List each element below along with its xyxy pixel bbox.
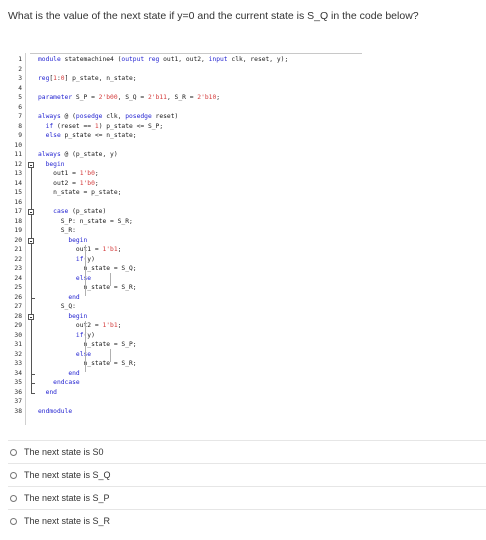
line-number: 7 bbox=[18, 113, 22, 120]
question-text: What is the value of the next state if y… bbox=[8, 10, 419, 22]
answer-option-label: The next state is S_R bbox=[24, 516, 111, 526]
code-line: end bbox=[45, 388, 57, 396]
gutter-divider bbox=[25, 53, 26, 425]
line-number: 17 bbox=[14, 208, 22, 215]
line-number: 32 bbox=[14, 350, 22, 358]
fold-end-mark bbox=[31, 392, 35, 394]
code-line: always @ (p_state, y) bbox=[38, 151, 118, 158]
line-number: 26 bbox=[14, 293, 22, 301]
code-line: begin bbox=[45, 160, 65, 168]
code-line: out1 = 1'b1; bbox=[38, 246, 122, 253]
indent-guide bbox=[110, 349, 111, 362]
code-line: out2 = 1'b1; bbox=[38, 322, 122, 329]
code-line: endcase bbox=[53, 379, 80, 386]
line-number: 34 bbox=[14, 369, 22, 377]
code-line: parameter S_P = 2'b00, S_Q = 2'b11, S_R … bbox=[38, 94, 221, 101]
code-line: else bbox=[75, 350, 92, 358]
line-number: 28 bbox=[14, 312, 22, 320]
line-number: 37 bbox=[14, 398, 22, 405]
answer-option[interactable]: The next state is S_P bbox=[8, 486, 486, 509]
code-line: begin bbox=[68, 236, 88, 244]
line-number: 33 bbox=[14, 360, 22, 367]
answer-option-label: The next state is S0 bbox=[24, 447, 104, 457]
line-number: 21 bbox=[14, 246, 22, 253]
line-number: 27 bbox=[14, 303, 22, 310]
code-line: else p_state <= n_state; bbox=[45, 132, 137, 139]
line-number: 29 bbox=[14, 322, 22, 329]
code-line: else bbox=[75, 274, 92, 282]
code-line: n_state = S_R; bbox=[38, 284, 137, 291]
code-line: if (reset == 1) p_state <= S_P; bbox=[45, 122, 164, 130]
code-line: module statemachine4 (output reg out1, o… bbox=[38, 56, 289, 63]
radio-button[interactable] bbox=[10, 448, 17, 456]
line-number: 38 bbox=[14, 407, 22, 415]
line-number: 31 bbox=[14, 341, 22, 348]
code-line: S_Q: bbox=[38, 303, 76, 310]
line-number: 36 bbox=[14, 388, 22, 396]
line-number: 18 bbox=[14, 217, 22, 225]
fold-range-line bbox=[31, 243, 32, 298]
line-number: 19 bbox=[14, 227, 22, 234]
code-line: S_P: n_state = S_R; bbox=[38, 217, 133, 225]
line-number: 20 bbox=[14, 236, 22, 244]
radio-button[interactable] bbox=[10, 517, 17, 525]
line-number: 25 bbox=[14, 284, 22, 291]
code-line: S_R: bbox=[38, 227, 76, 234]
code-line: n_state = S_R; bbox=[38, 360, 137, 367]
code-editor: 1 2 3 4 5 6 7 8 9 10 11 12 13 14 15 16 17 18 19 20 21 22 23 24 2… bbox=[8, 53, 363, 425]
code-line: if(y) bbox=[75, 255, 95, 263]
indent-guide bbox=[85, 244, 86, 296]
indent-guide bbox=[85, 320, 86, 372]
code-line: always @ (posedge clk, posedge reset) bbox=[38, 113, 179, 120]
radio-button[interactable] bbox=[10, 494, 17, 502]
indent-guide bbox=[110, 273, 111, 286]
code-line: out1 = 1'b0; bbox=[38, 170, 99, 177]
line-number: 10 bbox=[14, 141, 22, 149]
answer-option[interactable]: The next state is S0 bbox=[8, 440, 486, 463]
line-number: 4 bbox=[18, 84, 22, 92]
answer-option-label: The next state is S_P bbox=[24, 493, 110, 503]
line-number: 12 bbox=[14, 160, 22, 168]
line-number: 16 bbox=[14, 198, 22, 206]
line-number: 35 bbox=[14, 379, 22, 386]
line-number: 22 bbox=[14, 255, 22, 263]
code-line: reg[1:0] p_state, n_state; bbox=[38, 75, 137, 82]
code-line: if(y) bbox=[75, 331, 95, 339]
line-number: 24 bbox=[14, 274, 22, 282]
line-number: 15 bbox=[14, 189, 22, 196]
fold-range-line bbox=[31, 319, 32, 374]
code-line: case (p_state) bbox=[53, 208, 107, 215]
code-line: end bbox=[68, 293, 80, 301]
line-number: 3 bbox=[18, 75, 22, 82]
fold-end-mark bbox=[31, 383, 35, 384]
fold-end-mark bbox=[31, 373, 35, 375]
line-number: 14 bbox=[14, 179, 22, 187]
code-line: endmodule bbox=[38, 407, 73, 415]
radio-button[interactable] bbox=[10, 471, 17, 479]
fold-end-mark bbox=[31, 297, 35, 299]
code-line: n_state = S_P; bbox=[38, 341, 137, 348]
line-number: 1 bbox=[18, 56, 22, 63]
line-number: 13 bbox=[14, 170, 22, 177]
code-line: end bbox=[68, 369, 80, 377]
answer-option[interactable]: The next state is S_R bbox=[8, 509, 486, 532]
line-number: 6 bbox=[18, 103, 22, 111]
code-line: n_state = p_state; bbox=[38, 189, 122, 196]
answer-option-label: The next state is S_Q bbox=[24, 470, 111, 480]
line-number: 5 bbox=[18, 94, 22, 101]
code-line: out2 = 1'b0; bbox=[38, 179, 99, 187]
answer-option[interactable]: The next state is S_Q bbox=[8, 463, 486, 486]
line-number: 2 bbox=[18, 65, 22, 73]
line-number: 23 bbox=[14, 265, 22, 272]
line-number: 9 bbox=[18, 132, 22, 139]
line-number: 30 bbox=[14, 331, 22, 339]
code-line: begin bbox=[68, 312, 88, 320]
code-line: n_state = S_Q; bbox=[38, 265, 137, 272]
line-number: 11 bbox=[14, 151, 22, 158]
line-number: 8 bbox=[18, 122, 22, 130]
code-top-border bbox=[30, 53, 362, 54]
